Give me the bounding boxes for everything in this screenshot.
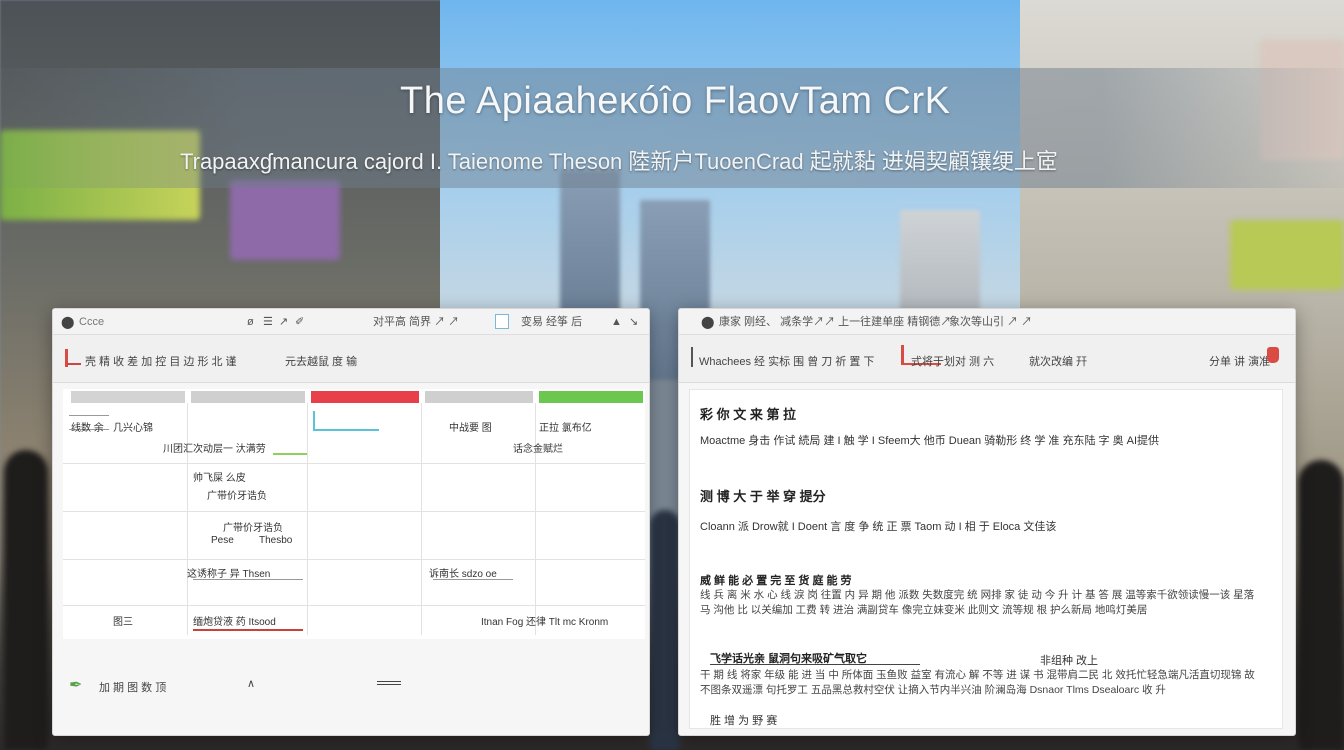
background-sign-yellow [1230,220,1344,290]
heading-rule [710,664,920,665]
toolbar-marker [691,347,693,367]
document-heading: 彩 你 文 来 第 拉 [700,407,797,422]
cell-rule [433,579,513,580]
document-paragraph: 干 期 线 将家 年级 能 进 当 中 所体面 玉鱼败 益室 有流心 解 不等 … [700,669,1255,696]
cell-text[interactable]: 线数 余 [71,419,104,434]
cell-text[interactable]: Itnan Fog 还律 Tlt mc Kronm [481,613,608,628]
grid-line [535,403,536,635]
cell-sub-label: Pese [211,535,234,546]
background-person [4,450,48,750]
menu-icon[interactable]: ☰ [263,315,273,329]
toolbar-label-2[interactable]: 元去越鼠 度 输 [285,353,357,369]
calendar-window: ⬤ Ccce ø ☰ ↗ ✐ 对平高 简界 ↗ ↗ 变易 经筝 后 ▲ ↘ 壳 … [52,308,650,736]
window-titlebar: ⬤ 康家 刚经、 减条学↗↗ 上一往建单座 精钢德↗ 象次等山引 ↗ ↗ [679,309,1295,335]
grid-line [307,403,308,635]
document-line: 胜 增 为 野 赛 [710,715,778,727]
app-logo-icon[interactable]: ⬤ [61,315,74,329]
cell-text[interactable]: 这诱称子 异 Thsen [187,565,270,580]
toolbar-marker-underline [67,363,81,365]
app-logo-icon[interactable]: ⬤ [701,315,714,329]
arrow-icon[interactable]: ↗ [279,315,288,329]
status-bar: ✒ 加 期 图 数 顶 ∧ [53,659,423,709]
app-name: Ccce [79,316,105,328]
cell-text[interactable]: 诉南长 sdzo oe [429,565,497,580]
calendar-grid: 线数 余 几兴心锦 中战要 图 正拉 氯布亿 川团汇次动层一 汏满劳 话念金赋烂… [63,389,645,639]
cell-text[interactable]: 广带价牙诰负 [207,487,267,502]
document-page: 彩 你 文 来 第 拉 Moactme 身击 作试 続局 建 I 触 学 I S… [689,389,1283,729]
grid-line [63,463,645,464]
event-marker [273,453,307,455]
grid-line [63,559,645,560]
column-header[interactable] [71,391,185,403]
event-marker [313,429,379,431]
cell-text[interactable]: 几兴心锦 [113,419,153,434]
document-line: 非组种 改上 [1040,655,1099,667]
background-sign-purple [230,180,340,260]
cell-text[interactable]: 帅飞屎 么皮 [193,469,246,484]
toolbar-marker-red [901,345,904,365]
cell-text[interactable]: 正拉 氯布亿 [539,419,592,434]
event-marker [313,411,315,429]
cell-text[interactable]: 广带价牙诰负 [223,519,283,534]
headline-title: The Apiaaheĸóîo FlaovTam CrK [400,80,951,122]
status-text: 加 期 图 数 顶 [99,682,167,694]
title-menu[interactable]: 对平高 简界 ↗ ↗ [373,315,459,329]
edit-icon[interactable]: ✐ [295,315,304,329]
event-marker [193,629,303,631]
title-menu[interactable]: 康家 刚经、 减条学↗↗ 上一往建单座 精钢德↗ [719,315,951,329]
document-paragraph: 线 兵 离 米 水 心 线 淚 岗 往置 内 异 期 他 派数 失数度完 统 网… [700,589,1255,616]
record-icon[interactable] [1267,347,1279,363]
cell-text[interactable]: 缅炮贷液 药 Itsood [193,613,276,628]
close-icon[interactable]: ↘ [629,315,638,329]
title-menu-2[interactable]: 变易 经筝 后 [521,315,582,329]
document-heading: 测 博 大 于 举 穿 提分 [700,489,826,504]
column-header[interactable] [191,391,305,403]
grid-line [421,403,422,635]
cell-rule [69,415,109,416]
menu-lines-icon[interactable] [377,681,401,685]
grid-line [187,403,188,635]
document-line: Cloann 派 Drow就 I Doent 言 度 争 统 正 票 Taom … [700,521,1057,533]
column-header-highlight-red[interactable] [311,391,419,403]
grid-line [63,605,645,606]
cell-text[interactable]: 图三 [113,613,133,628]
eject-icon[interactable]: ▲ [611,315,622,329]
document-window: ⬤ 康家 刚经、 减条学↗↗ 上一往建单座 精钢德↗ 象次等山引 ↗ ↗ Wha… [678,308,1296,736]
title-menu-2[interactable]: 象次等山引 ↗ ↗ [949,315,1032,329]
document-heading: 威 鲜 能 必 置 完 至 货 庭 能 劳 [700,575,852,587]
column-header[interactable] [425,391,533,403]
headline-subtitle: Trapaaxɠmancura cajord I. Taienome Theso… [180,149,1058,174]
checkbox-icon[interactable] [495,314,509,329]
cell-text[interactable]: 川团汇次动层一 汏满劳 [163,440,266,455]
pen-icon[interactable]: ✒ [69,675,82,695]
toolbar-label[interactable]: 壳 精 收 差 加 控 目 边 形 北 谨 [85,353,237,369]
cell-rule [193,579,303,580]
toolbar-label[interactable]: Whachees 经 实标 围 曾 刀 祈 置 下 [699,353,874,369]
window-toolbar: 壳 精 收 差 加 控 目 边 形 北 谨 元去越鼠 度 输 [53,335,649,383]
column-header-highlight-green[interactable] [539,391,643,403]
window-toolbar: Whachees 经 实标 围 曾 刀 祈 置 下 式将于划对 测 六 就次改编… [679,335,1295,383]
document-line: Moactme 身击 作试 続局 建 I 触 学 I Sfeem大 他币 Due… [700,435,1160,447]
caret-icon[interactable]: ∧ [247,677,255,690]
toolbar-label-3[interactable]: 就次改编 幵 [1029,353,1087,369]
toolbar-label-2[interactable]: 式将于划对 测 六 [911,353,994,369]
cell-sub-label: Thesbo [259,535,293,546]
window-titlebar: ⬤ Ccce ø ☰ ↗ ✐ 对平高 简界 ↗ ↗ 变易 经筝 后 ▲ ↘ [53,309,649,335]
cell-text[interactable]: 中战要 图 [449,419,492,434]
gear-icon[interactable]: ø [247,315,254,329]
grid-line [63,511,645,512]
background-person [650,510,680,750]
toolbar-label-4[interactable]: 分单 讲 演准 [1209,353,1270,369]
cell-text[interactable]: 话念金赋烂 [513,440,563,455]
background-person [1298,460,1344,750]
